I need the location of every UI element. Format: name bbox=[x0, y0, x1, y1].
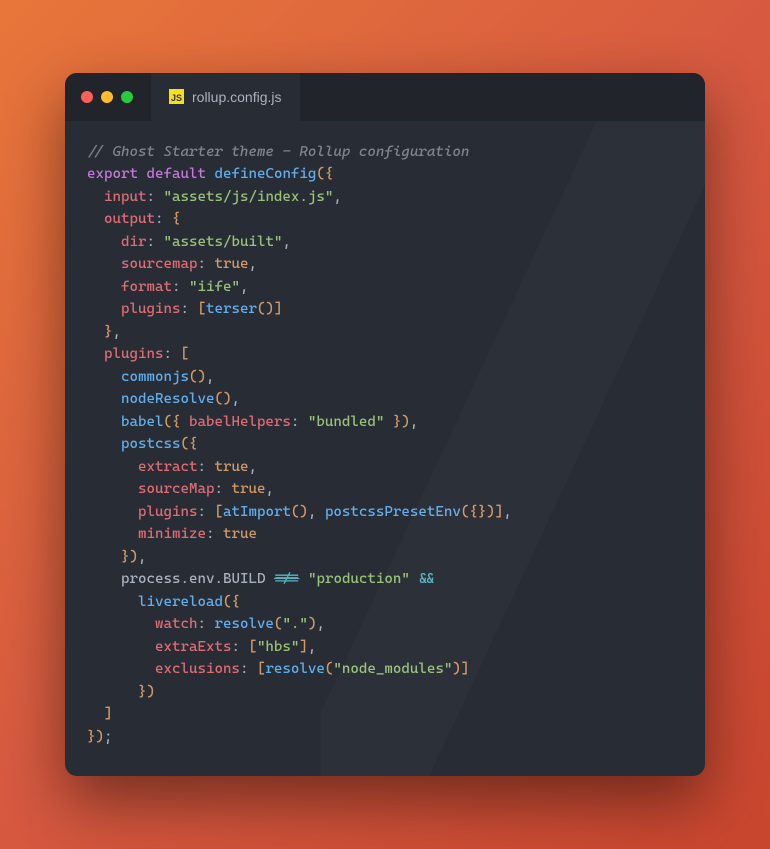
tab-filename: rollup.config.js bbox=[192, 89, 282, 105]
minimize-icon[interactable] bbox=[101, 91, 113, 103]
maximize-icon[interactable] bbox=[121, 91, 133, 103]
traffic-lights bbox=[81, 91, 133, 103]
close-icon[interactable] bbox=[81, 91, 93, 103]
titlebar: JS rollup.config.js bbox=[65, 73, 705, 121]
tab-active[interactable]: JS rollup.config.js bbox=[151, 73, 300, 121]
js-file-icon: JS bbox=[169, 89, 184, 104]
code-editor[interactable]: // Ghost Starter theme - Rollup configur… bbox=[65, 121, 705, 777]
code-content: // Ghost Starter theme - Rollup configur… bbox=[87, 141, 683, 749]
editor-window: JS rollup.config.js // Ghost Starter the… bbox=[65, 73, 705, 777]
